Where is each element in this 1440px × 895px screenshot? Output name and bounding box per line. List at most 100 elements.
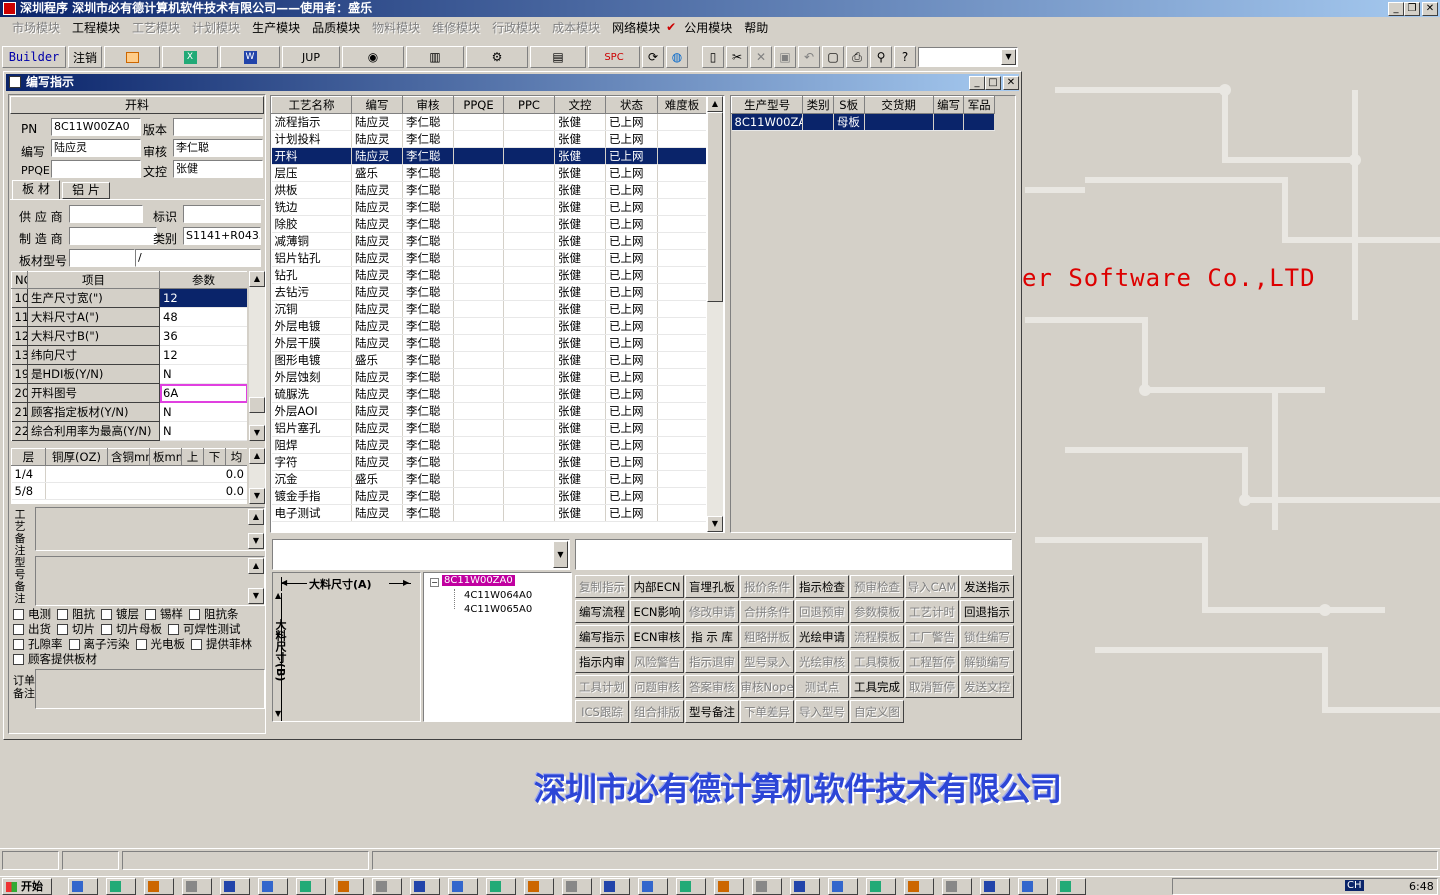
model-header-cell[interactable]: 交货期 <box>863 96 934 114</box>
craft-note-field[interactable]: ▲ ▼ <box>35 507 265 551</box>
action-button[interactable]: 问题审核 <box>630 675 684 698</box>
process-header-cell[interactable]: 工艺名称 <box>271 96 352 114</box>
process-header-cell[interactable]: 状态 <box>605 96 658 114</box>
tab-aluminum[interactable]: 铝 片 <box>62 182 110 199</box>
layer-header-cell[interactable]: 板mm <box>149 448 182 466</box>
action-button[interactable]: 光绘申请 <box>795 625 849 648</box>
action-button[interactable]: 解锁编写 <box>960 650 1014 673</box>
process-row[interactable]: 沉铜 陆应灵 李仁聪 张健 已上网 <box>271 300 706 318</box>
board-field[interactable] <box>69 249 135 267</box>
option-checkbox[interactable]: 锡样 <box>145 606 183 621</box>
menu-item[interactable]: 生产模块 <box>246 19 306 36</box>
checkbox-icon[interactable] <box>13 654 24 665</box>
action-button[interactable]: 流程模板 <box>850 625 904 648</box>
logout-button[interactable]: 注销 <box>68 46 102 68</box>
taskbar-task-button[interactable] <box>600 878 630 895</box>
process-row[interactable]: 字符 陆应灵 李仁聪 张健 已上网 <box>271 453 706 471</box>
process-row[interactable]: 阻焊 陆应灵 李仁聪 张健 已上网 <box>271 436 706 454</box>
menu-item[interactable]: 工程模块 <box>66 19 126 36</box>
new-icon[interactable]: ▯ <box>702 46 724 68</box>
action-button[interactable]: 编写指示 <box>575 625 629 648</box>
taskbar-task-button[interactable] <box>372 878 402 895</box>
option-checkbox[interactable]: 电测 <box>13 606 51 621</box>
process-row[interactable]: 硫脲洗 陆应灵 李仁聪 张健 已上网 <box>271 385 706 403</box>
refresh-icon[interactable]: ⟳ <box>642 46 664 68</box>
process-header-cell[interactable]: PPC <box>503 96 555 114</box>
params-row[interactable]: 21顾客指定板材(Y/N)N <box>11 402 247 422</box>
action-button[interactable]: 合拼条件 <box>740 600 794 623</box>
action-button[interactable]: 复制指示 <box>575 575 629 598</box>
params-scrollbar[interactable]: ▲ ▼ <box>249 271 265 441</box>
process-row[interactable]: 铝片塞孔 陆应灵 李仁聪 张健 已上网 <box>271 419 706 437</box>
params-row[interactable]: 20开料图号6A <box>11 383 247 403</box>
action-button[interactable]: ECN影响 <box>630 600 684 623</box>
layer-header-cell[interactable]: 层 <box>11 448 46 466</box>
param-value[interactable]: 48 <box>159 307 247 327</box>
action-button[interactable]: 工程暂停 <box>905 650 959 673</box>
toolbar-combo[interactable]: ▼ <box>918 47 1018 67</box>
params-row[interactable]: 12大料尺寸B(")36 <box>11 326 247 346</box>
process-row[interactable]: 开料 陆应灵 李仁聪 张健 已上网 <box>271 147 706 165</box>
action-button[interactable]: 指示检查 <box>795 575 849 598</box>
checkbox-icon[interactable] <box>168 624 179 635</box>
layer-scrollbar[interactable]: ▲ ▼ <box>249 448 265 504</box>
taskbar-task-button[interactable] <box>676 878 706 895</box>
maker-field[interactable] <box>69 227 157 245</box>
action-button[interactable]: 审核Nope <box>740 675 794 698</box>
process-row[interactable]: 外层AOI 陆应灵 李仁聪 张健 已上网 <box>271 402 706 420</box>
action-button[interactable]: 回退指示 <box>960 600 1014 623</box>
delete-icon[interactable]: ✕ <box>750 46 772 68</box>
layer-row[interactable]: 5/8 0.0 <box>11 482 247 500</box>
process-combo[interactable]: ▼ <box>272 539 570 570</box>
window-maximize-button[interactable]: □ <box>985 76 1001 90</box>
action-button[interactable]: 报价条件 <box>740 575 794 598</box>
params-row[interactable]: 13纬向尺寸12 <box>11 345 247 365</box>
tree-collapse-icon[interactable]: − <box>430 578 439 587</box>
taskbar-task-button[interactable] <box>68 878 98 895</box>
process-row[interactable]: 钻孔 陆应灵 李仁聪 张健 已上网 <box>271 266 706 284</box>
taskbar-task-button[interactable] <box>1056 878 1086 895</box>
option-checkbox[interactable]: 出货 <box>13 621 51 636</box>
action-button[interactable]: 内部ECN <box>630 575 684 598</box>
scroll-down-icon[interactable]: ▼ <box>249 425 265 441</box>
order-note-field[interactable] <box>35 669 265 709</box>
action-button[interactable]: 编写流程 <box>575 600 629 623</box>
craft-scroll-up-icon[interactable]: ▲ <box>248 509 264 525</box>
option-checkbox[interactable]: 可焊性测试 <box>168 621 241 636</box>
action-button[interactable]: 发送文控 <box>960 675 1014 698</box>
checkbox-icon[interactable] <box>13 609 24 620</box>
layer-header-cell[interactable]: 铜厚(OZ) <box>45 448 108 466</box>
option-checkbox[interactable]: 切片母板 <box>101 621 162 636</box>
taskbar-task-button[interactable] <box>220 878 250 895</box>
model-header-cell[interactable]: 军品 <box>963 96 995 114</box>
params-row[interactable]: 11大料尺寸A(")48 <box>11 307 247 327</box>
layer-header-cell[interactable]: 上 <box>181 448 204 466</box>
model-header-cell[interactable]: 编写 <box>932 96 965 114</box>
action-button[interactable]: 风险警告 <box>630 650 684 673</box>
process-grid[interactable]: 工艺名称 编写 审核 PPQE PPC 文控 状态 难度板 流程指示 陆应灵 李仁聪 张健 已上网 计划… <box>270 95 725 533</box>
action-button[interactable]: 工具完成 <box>850 675 904 698</box>
action-button[interactable]: 修改申请 <box>685 600 739 623</box>
tree-root-node[interactable]: 8C11W00ZA0 <box>442 575 515 586</box>
remark-field[interactable] <box>575 539 1012 570</box>
option-checkbox[interactable]: 阻抗 <box>57 606 95 621</box>
layer-header-cell[interactable]: 含铜mm <box>107 448 150 466</box>
action-button[interactable]: 导入型号 <box>795 700 849 723</box>
type-field[interactable]: S1141+R0435 <box>183 227 261 245</box>
preview-icon[interactable]: ▢ <box>822 46 844 68</box>
writer-field[interactable]: 陆应灵 <box>51 139 141 157</box>
scroll-up-icon[interactable]: ▲ <box>249 271 265 287</box>
action-button[interactable]: 发送指示 <box>960 575 1014 598</box>
process-row[interactable]: 外层干膜 陆应灵 李仁聪 张健 已上网 <box>271 334 706 352</box>
mark-field[interactable] <box>183 205 261 223</box>
word-icon[interactable]: W <box>220 46 280 68</box>
model-header-cell[interactable]: 生产型号 <box>730 96 804 114</box>
builder-button[interactable]: Builder <box>2 46 66 68</box>
layer-scroll-up-icon[interactable]: ▲ <box>249 448 265 464</box>
taskbar-task-button[interactable] <box>296 878 326 895</box>
action-button[interactable]: 锁住编写 <box>960 625 1014 648</box>
jup-button[interactable]: JUP <box>282 46 340 68</box>
menu-item[interactable]: 工艺模块 <box>126 19 186 36</box>
model-scroll-up-icon[interactable]: ▲ <box>248 558 264 574</box>
pn-field[interactable]: 8C11W00ZA0 <box>51 118 141 136</box>
